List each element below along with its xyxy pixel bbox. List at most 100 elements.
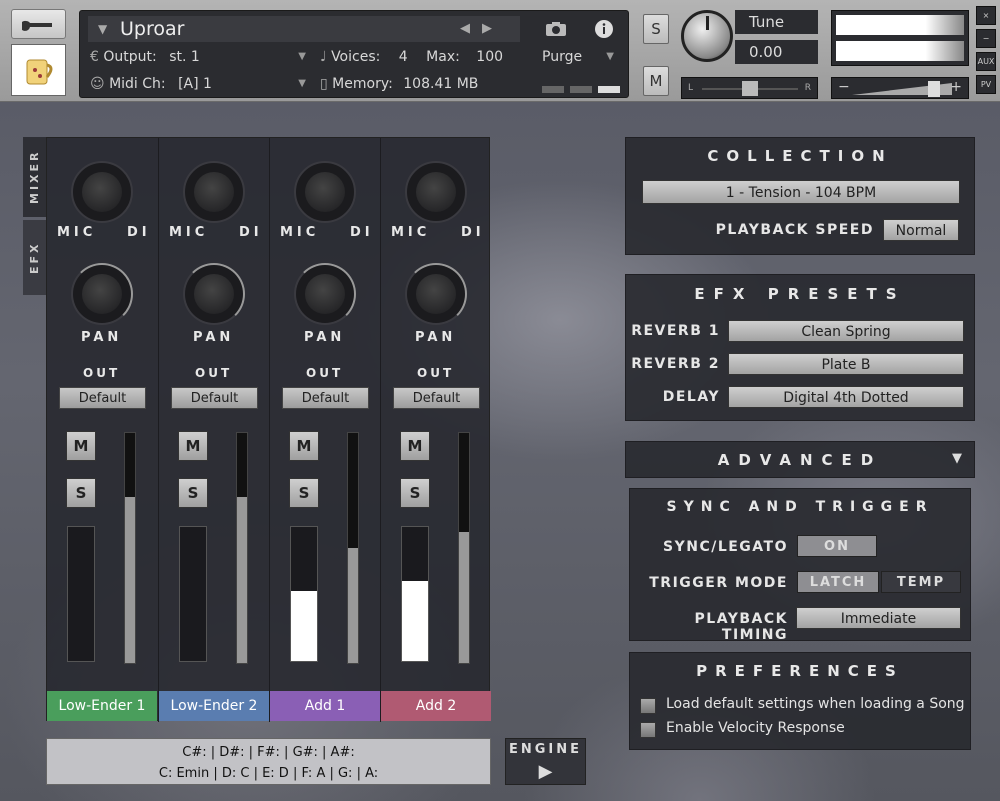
trigger-temp-label: TEMP (896, 575, 946, 590)
tune-value[interactable]: 0.00 (735, 40, 818, 64)
out-select[interactable]: Default (59, 387, 146, 409)
solo-button[interactable]: S (400, 478, 430, 508)
solo-button[interactable]: S (66, 478, 96, 508)
aux-button[interactable]: AUX (976, 52, 996, 71)
solo-button[interactable]: S (178, 478, 208, 508)
midi-icon: ☺ (90, 76, 105, 92)
minimize-button[interactable]: − (976, 29, 996, 48)
sync-legato-toggle[interactable]: ON (797, 535, 877, 557)
output-icon: € (90, 49, 99, 65)
pan-right-label: R (804, 83, 811, 93)
delay-value: Digital 4th Dotted (783, 390, 909, 406)
pan-handle-icon[interactable] (742, 81, 758, 96)
mute-button[interactable]: M (66, 431, 96, 461)
mute-button[interactable]: M (289, 431, 319, 461)
pan-knob[interactable] (405, 263, 467, 325)
level-meters (831, 10, 969, 66)
info-icon[interactable] (580, 16, 628, 42)
mute-button[interactable]: M (643, 66, 669, 96)
channel-label[interactable]: Add 1 (270, 691, 380, 721)
pan-knob[interactable] (294, 263, 356, 325)
output-selector[interactable]: € Output: st. 1 ▼ (90, 45, 308, 69)
playback-timing-label: PLAYBACK TIMING (694, 611, 788, 643)
dropdown-arrow-icon[interactable]: ▼ (98, 16, 107, 42)
collection-select[interactable]: 1 - Tension - 104 BPM (642, 180, 960, 204)
instrument-panel: ▼ Uproar ◀▶ € Output: st. 1 ▼ ♩ Voices: … (79, 10, 629, 98)
playback-speed-value: Normal (895, 223, 947, 239)
di-label: DI (461, 225, 485, 240)
out-label: OUT (195, 366, 233, 380)
mic-di-knob[interactable] (71, 161, 133, 223)
collection-panel: COLLECTION 1 - Tension - 104 BPM PLAYBAC… (625, 137, 975, 255)
mic-di-knob[interactable] (183, 161, 245, 223)
velocity-response-checkbox[interactable] (640, 722, 656, 738)
close-button[interactable]: × (976, 6, 996, 25)
max-label: Max: (426, 49, 460, 65)
channel-label[interactable]: Add 2 (381, 691, 491, 721)
volume-fader[interactable] (290, 526, 318, 662)
playback-speed-select[interactable]: Normal (883, 219, 959, 241)
pan-knob[interactable] (183, 263, 245, 325)
volume-slider[interactable]: − + (831, 77, 969, 99)
pv-button[interactable]: PV (976, 75, 996, 94)
tab-efx[interactable]: EFX (23, 220, 46, 295)
purge-menu[interactable]: Purge ▼ (532, 45, 622, 69)
volume-plus-icon[interactable]: + (950, 79, 962, 95)
mic-di-knob[interactable] (294, 161, 356, 223)
trigger-latch-button[interactable]: LATCH (797, 571, 879, 593)
mute-button[interactable]: M (400, 431, 430, 461)
volume-fader[interactable] (67, 526, 95, 662)
reverb2-select[interactable]: Plate B (728, 353, 964, 375)
instrument-title[interactable]: ▼ Uproar ◀▶ (88, 16, 520, 42)
channel-strip: MIC DI PAN OUT Default M S Low-Ender 2 (158, 138, 269, 722)
reverb1-select[interactable]: Clean Spring (728, 320, 964, 342)
mute-label: M (185, 437, 201, 455)
level-meter (124, 432, 136, 664)
delay-select[interactable]: Digital 4th Dotted (728, 386, 964, 408)
tune-knob[interactable] (681, 10, 733, 62)
mute-label: M (649, 72, 663, 90)
purge-label: Purge (542, 49, 583, 65)
memory-label: Memory: (332, 76, 393, 92)
camera-icon[interactable] (532, 16, 580, 42)
knob-pointer-icon (706, 16, 709, 30)
collection-title: COLLECTION (707, 147, 893, 165)
mute-button[interactable]: M (178, 431, 208, 461)
load-default-checkbox[interactable] (640, 698, 656, 714)
level-fill (459, 531, 469, 663)
channel-label[interactable]: Low-Ender 1 (47, 691, 157, 721)
solo-button[interactable]: S (289, 478, 319, 508)
volume-fader[interactable] (179, 526, 207, 662)
solo-label: S (75, 484, 87, 502)
tab-mixer[interactable]: MIXER (23, 137, 46, 217)
level-fill (237, 497, 247, 663)
engine-label: ENGINE (508, 742, 583, 757)
out-select[interactable]: Default (171, 387, 258, 409)
voices-display: ♩ Voices: 4 Max: 100 (320, 45, 520, 69)
sync-legato-label: SYNC/LEGATO (663, 539, 788, 555)
mic-di-knob[interactable] (405, 161, 467, 223)
side-buttons: × − AUX PV (976, 6, 996, 98)
mic-label: MIC (391, 225, 431, 240)
pan-knob[interactable] (71, 263, 133, 325)
trigger-temp-button[interactable]: TEMP (881, 571, 961, 593)
wrench-icon[interactable] (11, 9, 66, 39)
channel-label[interactable]: Low-Ender 2 (159, 691, 269, 721)
midi-channel-selector[interactable]: ☺ Midi Ch: [A] 1 ▼ (90, 72, 308, 96)
max-value[interactable]: 100 (476, 49, 503, 65)
preferences-title: PREFERENCES (696, 662, 904, 680)
solo-button[interactable]: S (643, 14, 669, 44)
level-meter (347, 432, 359, 664)
prev-next-icon[interactable]: ◀▶ (460, 16, 504, 42)
pan-slider[interactable]: L R (681, 77, 818, 99)
volume-minus-icon[interactable]: − (838, 79, 850, 95)
voices-value[interactable]: 4 (399, 49, 408, 65)
volume-fader[interactable] (401, 526, 429, 662)
engine-button[interactable]: ENGINE ▶ (505, 738, 586, 785)
out-select[interactable]: Default (282, 387, 369, 409)
advanced-toggle[interactable]: ADVANCED ▼ (625, 441, 975, 478)
instrument-avatar[interactable] (11, 44, 66, 96)
out-value: Default (412, 391, 461, 406)
playback-timing-select[interactable]: Immediate (796, 607, 961, 629)
out-select[interactable]: Default (393, 387, 480, 409)
